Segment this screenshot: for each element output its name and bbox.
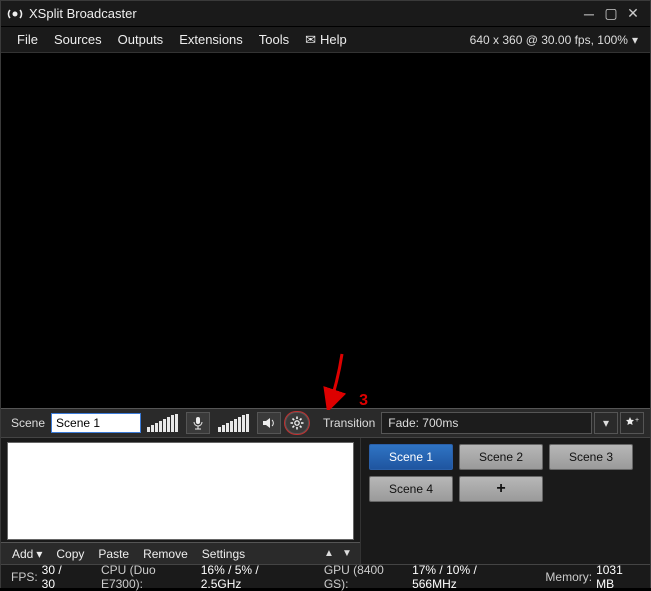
scene-button-1[interactable]: Scene 1 [369,444,453,470]
transition-label: Transition [311,416,381,430]
cpu-label: CPU (Duo E7300): [101,563,197,591]
menu-help-label: Help [320,32,347,47]
cpu-value: 16% / 5% / 2.5GHz [201,563,299,591]
gear-icon [290,416,304,430]
stream-info-text: 640 x 360 @ 30.00 fps, 100% [470,33,628,47]
minimize-button[interactable]: ─ [578,6,600,22]
chevron-down-icon: ▾ [603,416,609,430]
window-title: XSplit Broadcaster [29,6,578,21]
move-up-button[interactable]: ▲ [320,548,338,559]
status-bar: FPS: 30 / 30 CPU (Duo E7300): 16% / 5% /… [1,564,650,588]
add-label: Add [12,547,33,561]
scene-name-input[interactable] [51,413,141,433]
paste-source-button[interactable]: Paste [91,545,136,563]
transition-dropdown-button[interactable]: ▾ [594,412,618,434]
menu-extensions[interactable]: Extensions [171,28,251,51]
status-memory: Memory: 1031 MB [545,563,640,591]
maximize-button[interactable]: ▢ [600,5,622,22]
transition-favorite-button[interactable]: + [620,412,644,434]
fps-label: FPS: [11,570,38,584]
scene-button-4[interactable]: Scene 4 [369,476,453,502]
scene-button-2[interactable]: Scene 2 [459,444,543,470]
audio-settings-button[interactable] [285,412,309,434]
mic-icon [192,416,204,430]
menu-sources[interactable]: Sources [46,28,110,51]
mic-volume-meter[interactable] [147,414,178,432]
chevron-down-icon: ▾ [632,33,638,47]
scenes-pane: Scene 1 Scene 2 Scene 3 Scene 4 + [361,438,650,564]
sources-list[interactable] [7,442,354,540]
lower-panel: Add▾ Copy Paste Remove Settings ▲ ▼ Scen… [1,438,650,564]
mail-icon: ✉ [305,32,316,48]
mic-toggle-button[interactable] [186,412,210,434]
preview-area[interactable]: 3 [1,53,650,408]
status-gpu: GPU (8400 GS): 17% / 10% / 566MHz [324,563,520,591]
menu-tools[interactable]: Tools [251,28,297,51]
speaker-toggle-button[interactable] [257,412,281,434]
close-button[interactable]: ✕ [622,5,644,22]
menu-bar: File Sources Outputs Extensions Tools ✉ … [1,27,650,53]
add-scene-button[interactable]: + [459,476,543,502]
move-down-button[interactable]: ▼ [338,548,356,559]
copy-source-button[interactable]: Copy [49,545,91,563]
add-source-button[interactable]: Add▾ [5,545,49,563]
chevron-down-icon: ▾ [36,547,42,561]
stream-info-dropdown[interactable]: 640 x 360 @ 30.00 fps, 100% ▾ [466,33,642,47]
menu-help[interactable]: ✉ Help [297,28,355,52]
annotation-arrow-icon [314,350,354,410]
status-cpu: CPU (Duo E7300): 16% / 5% / 2.5GHz [101,563,298,591]
gpu-value: 17% / 10% / 566MHz [412,563,520,591]
app-logo-icon [7,6,23,22]
remove-source-button[interactable]: Remove [136,545,195,563]
gpu-label: GPU (8400 GS): [324,563,408,591]
controls-bar: Scene Transition Fade: 700ms ▾ + [1,408,650,438]
transition-select[interactable]: Fade: 700ms [381,412,592,434]
menu-outputs[interactable]: Outputs [110,28,172,51]
mem-value: 1031 MB [596,563,640,591]
scene-button-3[interactable]: Scene 3 [549,444,633,470]
mem-label: Memory: [545,570,592,584]
annotation-step-label: 3 [359,392,368,410]
title-bar: XSplit Broadcaster ─ ▢ ✕ [1,1,650,27]
svg-text:+: + [635,417,639,424]
sources-toolbar: Add▾ Copy Paste Remove Settings ▲ ▼ [1,542,360,564]
sources-pane: Add▾ Copy Paste Remove Settings ▲ ▼ [1,438,361,564]
fps-value: 30 / 30 [42,563,76,591]
star-plus-icon: + [625,417,639,429]
menu-file[interactable]: File [9,28,46,51]
transition-value: Fade: 700ms [388,416,458,430]
scene-label: Scene [1,416,51,430]
speaker-volume-meter[interactable] [218,414,249,432]
speaker-icon [262,417,276,429]
source-settings-button[interactable]: Settings [195,545,252,563]
status-fps: FPS: 30 / 30 [11,563,76,591]
